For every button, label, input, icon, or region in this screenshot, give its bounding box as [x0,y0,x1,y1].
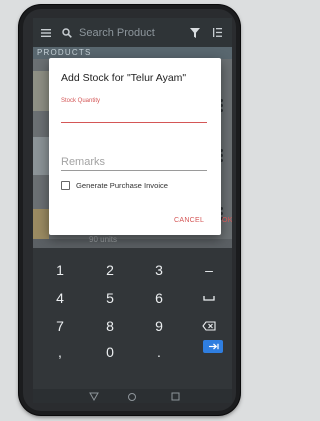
key-2[interactable]: 2 [90,260,130,280]
app-bar [33,18,232,47]
key-8[interactable]: 8 [90,316,130,336]
back-icon[interactable] [89,392,99,401]
search-icon [59,18,75,47]
key-6[interactable]: 6 [139,288,179,308]
dialog-title: Add Stock for "Telur Ayam" [61,72,187,84]
key-4[interactable]: 4 [40,288,80,308]
key-period[interactable]: . [139,342,179,362]
key-1[interactable]: 1 [40,260,80,280]
cancel-button[interactable]: CANCEL [174,217,204,224]
key-0[interactable]: 0 [90,342,130,362]
stock-quantity-label: Stock Quantity [61,98,101,104]
system-nav-bar [33,389,232,403]
key-3[interactable]: 3 [139,260,179,280]
next-key[interactable] [203,340,223,353]
key-9[interactable]: 9 [139,316,179,336]
search-input[interactable] [79,23,175,42]
ok-button[interactable]: OK [222,217,232,224]
generate-invoice-label: Generate Purchase Invoice [76,181,169,190]
sort-icon[interactable] [206,18,228,47]
key-5[interactable]: 5 [90,288,130,308]
home-icon[interactable] [127,392,137,402]
generate-invoice-checkbox[interactable] [61,181,70,190]
stock-quantity-input[interactable] [61,107,207,123]
product-thumbnail [33,137,49,175]
numeric-keyboard: 1 2 3 – 4 5 6 7 8 9 , 0 . [33,248,232,389]
space-key[interactable] [189,288,229,308]
backspace-icon [202,321,216,331]
backspace-key[interactable] [189,316,229,336]
menu-icon[interactable] [33,18,59,47]
key-7[interactable]: 7 [40,316,80,336]
product-thumbnail [33,209,49,239]
remarks-input[interactable] [61,154,207,171]
space-icon [203,296,215,301]
add-stock-dialog: Add Stock for "Telur Ayam" Stock Quantit… [49,58,232,235]
next-arrow-icon [208,343,219,350]
product-thumbnail [33,71,49,111]
filter-icon[interactable] [184,18,206,47]
product-units: 90 units [89,235,118,244]
key-comma[interactable]: , [40,342,80,362]
app-screen: PRODUCTS 90 units Add Stock for "Telur A… [33,18,232,403]
key-dash[interactable]: – [189,260,229,280]
recents-icon[interactable] [171,392,180,401]
